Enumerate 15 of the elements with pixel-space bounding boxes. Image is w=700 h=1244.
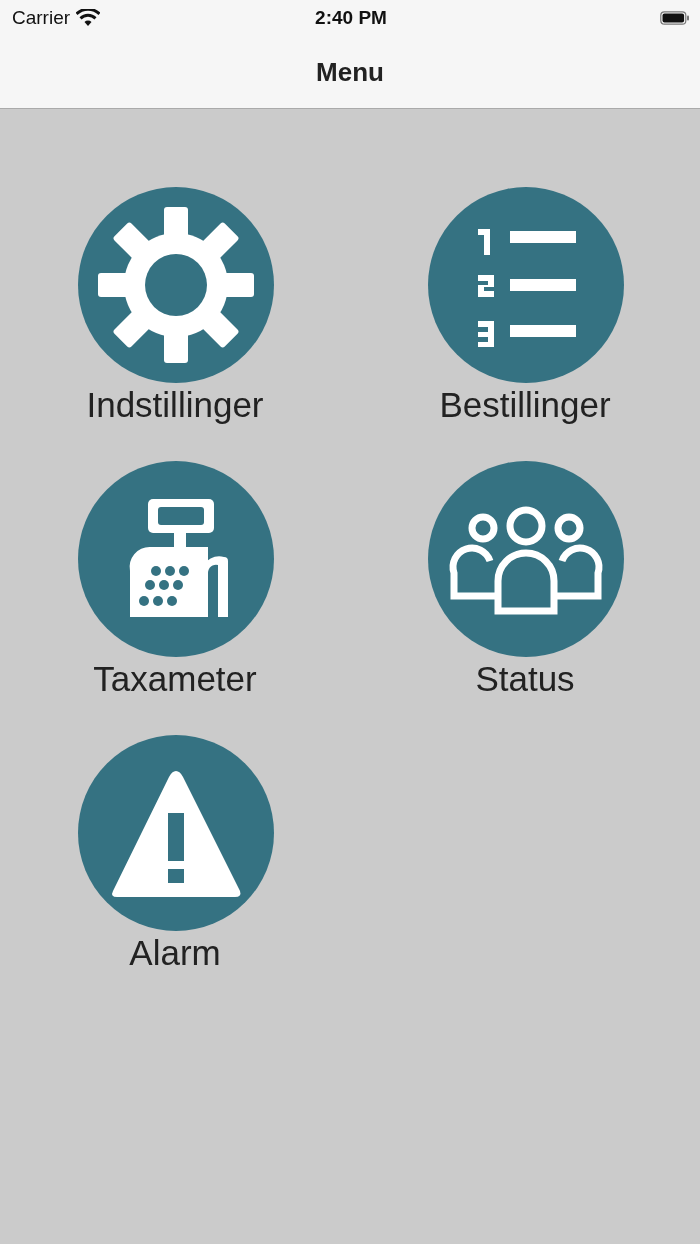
wifi-icon [76,9,101,27]
carrier-name: Carrier [12,7,71,29]
nav-title: Menu [316,56,384,88]
menu-label: Bestillinger [439,385,611,425]
menu-label: Indstillinger [86,385,264,425]
cash-register-icon[interactable] [78,461,274,657]
gear-icon[interactable] [78,187,274,383]
people-icon[interactable] [428,461,624,657]
menu-label: Status [475,659,575,699]
menu-label: Taxameter [93,659,257,699]
menu-label: Alarm [129,933,221,973]
battery-icon [660,11,690,25]
clock-time: 2:40 PM [315,7,387,29]
numbered-list-icon[interactable] [428,187,624,383]
warning-icon[interactable] [78,735,274,931]
